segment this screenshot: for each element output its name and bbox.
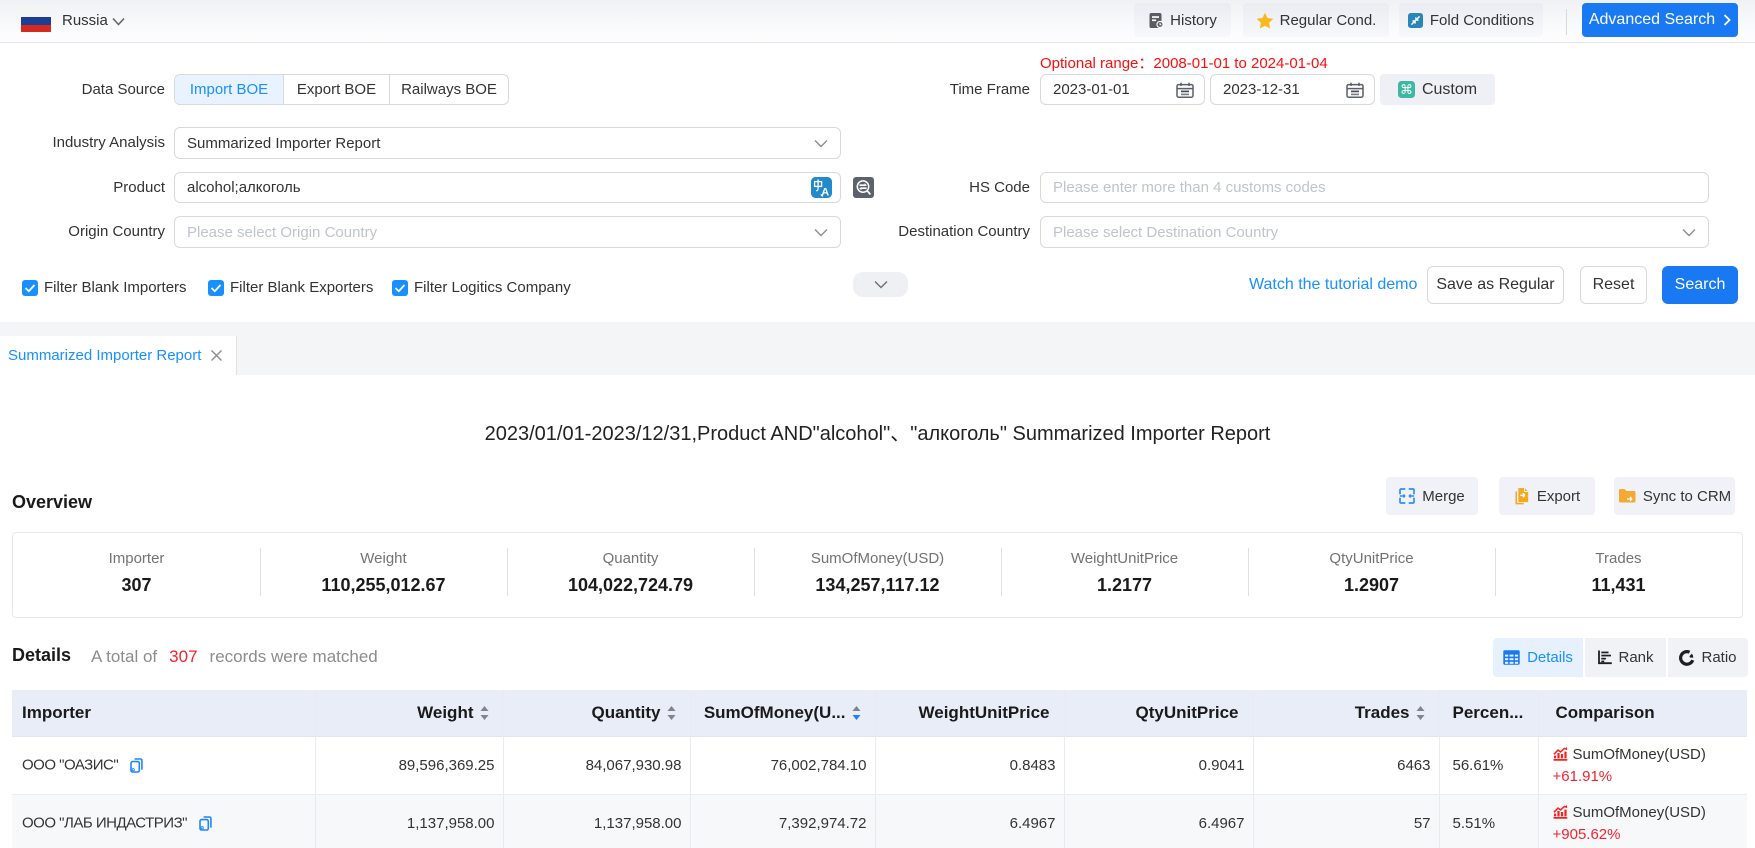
svg-text:⌘: ⌘ xyxy=(1400,82,1413,97)
